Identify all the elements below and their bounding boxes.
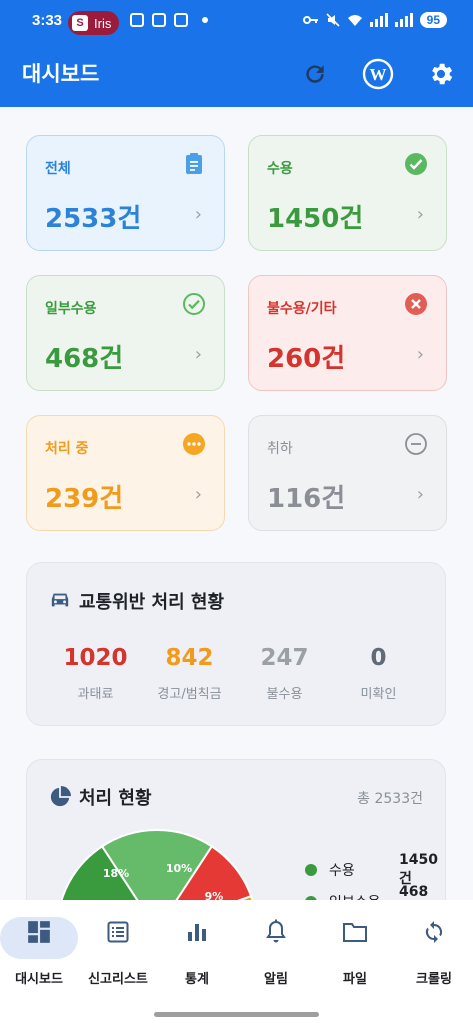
stat-caption: 과태료 xyxy=(77,687,114,702)
sync-icon xyxy=(395,914,473,950)
app-header: 3:33 S Iris 95 대시보드 W xyxy=(0,0,473,107)
nav-label: 대시보드 xyxy=(15,972,63,987)
nav-label: 크롤링 xyxy=(416,972,452,987)
summary-card-total[interactable]: 전체 2533건 › xyxy=(26,135,225,251)
legend-label: 수용 xyxy=(329,863,355,879)
status-app-pill: S Iris xyxy=(68,11,120,35)
stat-value: 1020 xyxy=(63,645,128,671)
wifi-icon xyxy=(347,14,362,26)
nav-label: 통계 xyxy=(185,972,209,987)
cancel-circle-icon xyxy=(405,293,427,315)
stat-caption: 불수용 xyxy=(266,687,303,702)
svg-text:W: W xyxy=(370,65,387,84)
chevron-right-icon: › xyxy=(416,484,424,505)
traffic-violation-panel: 교통위반 처리 현황 1020 과태료 842 경고/범칙금 247 불수용 0… xyxy=(26,562,446,726)
slice-label-rejected: 10% xyxy=(166,862,192,875)
battery-level: 95 xyxy=(419,12,447,28)
card-value: 2533건 xyxy=(45,204,142,234)
notification-icons xyxy=(130,13,208,27)
signal-1-icon xyxy=(369,13,388,27)
signal-2-icon xyxy=(394,13,413,27)
status-time: 3:33 xyxy=(32,12,63,29)
stat-caption: 미확인 xyxy=(360,687,397,702)
bar-chart-icon xyxy=(158,914,236,950)
stat-value: 842 xyxy=(165,645,214,671)
app-logo-icon: S xyxy=(72,15,88,31)
slice-label-partial: 18% xyxy=(103,867,129,880)
notification-icon xyxy=(130,13,144,27)
summary-card-rejected[interactable]: 불수용/기타 260건 › xyxy=(248,275,447,391)
card-label: 처리 중 xyxy=(45,441,89,457)
settings-button[interactable] xyxy=(425,58,457,90)
nav-item-files[interactable]: 파일 xyxy=(316,914,394,987)
wordpress-button[interactable]: W xyxy=(362,58,394,90)
card-label: 불수용/기타 xyxy=(267,301,337,317)
list-icon xyxy=(79,914,157,950)
legend-dot xyxy=(305,864,317,876)
more-horizontal-icon xyxy=(183,433,205,455)
nav-label: 파일 xyxy=(343,972,367,987)
card-value: 260건 xyxy=(267,344,346,374)
refresh-button[interactable] xyxy=(299,58,331,90)
nav-item-dashboard[interactable]: 대시보드 xyxy=(0,914,78,987)
panel-title: 교통위반 처리 현황 xyxy=(79,592,225,613)
stat-rejected: 247 불수용 xyxy=(232,645,337,702)
wordpress-icon: W xyxy=(362,58,394,90)
chevron-right-icon: › xyxy=(416,344,424,365)
nav-label: 알림 xyxy=(264,972,288,987)
car-icon xyxy=(51,593,69,607)
nav-label: 신고리스트 xyxy=(88,972,148,987)
summary-card-accepted[interactable]: 수용 1450건 › xyxy=(248,135,447,251)
bottom-navigation: 대시보드 신고리스트 통계 알림 파일 크롤링 xyxy=(0,900,473,1023)
stat-value: 247 xyxy=(260,645,309,671)
page-title: 대시보드 xyxy=(22,62,100,86)
dashboard-icon xyxy=(0,914,78,950)
nav-item-alerts[interactable]: 알림 xyxy=(237,914,315,987)
stat-unconfirmed: 0 미확인 xyxy=(326,645,431,702)
bell-icon xyxy=(237,914,315,950)
status-app-name: Iris xyxy=(94,15,112,31)
card-value: 116건 xyxy=(267,484,346,514)
clipboard-icon xyxy=(186,153,202,174)
chevron-right-icon: › xyxy=(416,204,424,225)
nav-item-statistics[interactable]: 통계 xyxy=(158,914,236,987)
mute-icon xyxy=(326,13,340,27)
summary-card-processing[interactable]: 처리 중 239건 › xyxy=(26,415,225,531)
chevron-right-icon: › xyxy=(194,484,202,505)
card-label: 일부수용 xyxy=(45,301,97,317)
minus-circle-icon xyxy=(405,433,427,455)
stat-caption: 경고/범칙금 xyxy=(157,687,222,702)
nav-item-report-list[interactable]: 신고리스트 xyxy=(79,914,157,987)
more-dot-icon xyxy=(202,17,208,23)
nav-item-crawling[interactable]: 크롤링 xyxy=(395,914,473,987)
screenshot-icon xyxy=(152,13,166,27)
screen-record-icon xyxy=(174,13,188,27)
folder-icon xyxy=(316,914,394,950)
card-label: 전체 xyxy=(45,161,71,177)
status-bar: 3:33 S Iris 95 xyxy=(0,0,473,44)
card-value: 1450건 xyxy=(267,204,364,234)
check-circle-icon xyxy=(405,153,427,175)
summary-card-partial[interactable]: 일부수용 468건 › xyxy=(26,275,225,391)
refresh-icon xyxy=(306,65,324,83)
stat-fine: 1020 과태료 xyxy=(43,645,148,702)
summary-card-withdrawn[interactable]: 취하 116건 › xyxy=(248,415,447,531)
legend-item: 수용 1450건 xyxy=(305,852,438,887)
gesture-bar xyxy=(154,1012,319,1017)
card-label: 취하 xyxy=(267,441,293,457)
stat-warning: 842 경고/범칙금 xyxy=(137,645,242,702)
chevron-right-icon: › xyxy=(194,344,202,365)
stat-value: 0 xyxy=(370,645,387,671)
card-value: 468건 xyxy=(45,344,124,374)
card-value: 239건 xyxy=(45,484,124,514)
key-icon xyxy=(302,16,318,24)
settings-gear-icon xyxy=(432,63,453,85)
check-circle-outline-icon xyxy=(183,293,205,315)
process-total: 총 2533건 xyxy=(357,791,423,807)
chevron-right-icon: › xyxy=(194,204,202,225)
system-status-icons: 95 xyxy=(302,12,447,28)
legend-value: 1450건 xyxy=(399,852,438,887)
card-label: 수용 xyxy=(267,161,293,177)
